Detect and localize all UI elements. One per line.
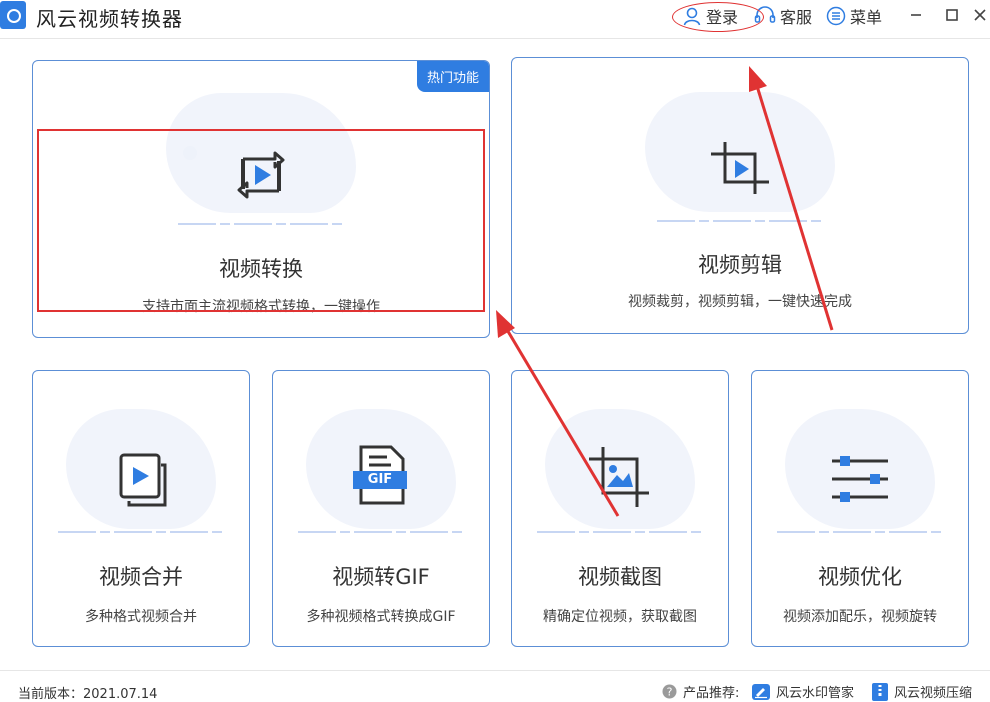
card-divider (58, 531, 224, 533)
product-watermark-label: 风云水印管家 (776, 686, 855, 701)
menu-label: 菜单 (850, 8, 883, 27)
close-button[interactable] (968, 4, 990, 26)
title-bar: 风云视频转换器 登录 客服 菜单 (0, 0, 990, 39)
sliders-icon (830, 453, 890, 509)
card-video-convert[interactable]: 视频转换 支持市面主流视频格式转换，一键操作 热门功能 (32, 60, 490, 338)
svg-text:?: ? (667, 686, 673, 699)
card-description: 视频裁剪，视频剪辑，一键快速完成 (628, 294, 852, 310)
app-logo-icon (0, 1, 26, 29)
hot-feature-badge: 热门功能 (416, 61, 489, 92)
card-video-gif[interactable]: GIF 视频转GIF 多种视频格式转换成GIF (272, 370, 490, 647)
card-title: 视频剪辑 (698, 253, 782, 277)
card-divider (178, 223, 344, 225)
menu-list-icon (826, 6, 846, 26)
card-description: 多种视频格式转换成GIF (306, 609, 456, 625)
version-label: 当前版本：2021.07.14 (18, 687, 158, 702)
card-description: 精确定位视频，获取截图 (543, 609, 697, 625)
card-divider (298, 531, 464, 533)
product-compress-label: 风云视频压缩 (894, 686, 973, 701)
card-video-screenshot[interactable]: 视频截图 精确定位视频，获取截图 (511, 370, 729, 647)
card-divider (657, 220, 823, 222)
card-background-dot (183, 146, 197, 160)
service-button[interactable]: 客服 (754, 5, 812, 27)
convert-video-icon (233, 145, 289, 209)
card-title: 视频转换 (219, 257, 303, 281)
maximize-icon (946, 9, 958, 21)
gif-file-icon: GIF (351, 443, 411, 507)
login-label: 登录 (706, 8, 739, 27)
menu-button[interactable]: 菜单 (826, 5, 882, 27)
card-title: 视频转GIF (332, 565, 430, 589)
minimize-icon (911, 14, 921, 16)
maximize-button[interactable] (940, 4, 964, 26)
headset-icon (754, 6, 776, 23)
app-title: 风云视频转换器 (36, 7, 183, 31)
product-watermark-link[interactable]: 风云水印管家 (752, 682, 854, 701)
card-video-optimize[interactable]: 视频优化 视频添加配乐，视频旋转 (751, 370, 969, 647)
product-compress-link[interactable]: 风云视频压缩 (872, 682, 972, 701)
status-bar: 当前版本：2021.07.14 ? 产品推荐: 风云水印管家 风云视频压缩 (0, 670, 990, 702)
minimize-button[interactable] (904, 4, 928, 26)
card-video-edit[interactable]: 视频剪辑 视频裁剪，视频剪辑，一键快速完成 (511, 57, 969, 334)
card-description: 支持市面主流视频格式转换，一键操作 (142, 299, 380, 315)
login-button[interactable]: 登录 (682, 5, 738, 27)
merge-video-icon (111, 451, 171, 517)
recommend-label: 产品推荐: (683, 686, 740, 701)
compress-icon (872, 682, 888, 701)
crop-video-icon (707, 138, 773, 202)
card-title: 视频优化 (818, 565, 902, 589)
close-icon (974, 9, 986, 21)
card-video-merge[interactable]: 视频合并 多种格式视频合并 (32, 370, 250, 647)
card-divider (777, 531, 943, 533)
crop-image-icon (587, 445, 653, 513)
card-description: 多种格式视频合并 (85, 609, 197, 625)
card-description: 视频添加配乐，视频旋转 (783, 609, 937, 625)
help-icon: ? (662, 684, 677, 699)
card-title: 视频截图 (578, 565, 662, 589)
watermark-icon (752, 683, 770, 700)
service-label: 客服 (780, 8, 813, 27)
user-icon (683, 7, 701, 26)
card-title: 视频合并 (99, 565, 183, 589)
product-recommend: ? 产品推荐: (662, 682, 739, 701)
card-divider (537, 531, 703, 533)
gif-icon-label: GIF (367, 472, 393, 487)
